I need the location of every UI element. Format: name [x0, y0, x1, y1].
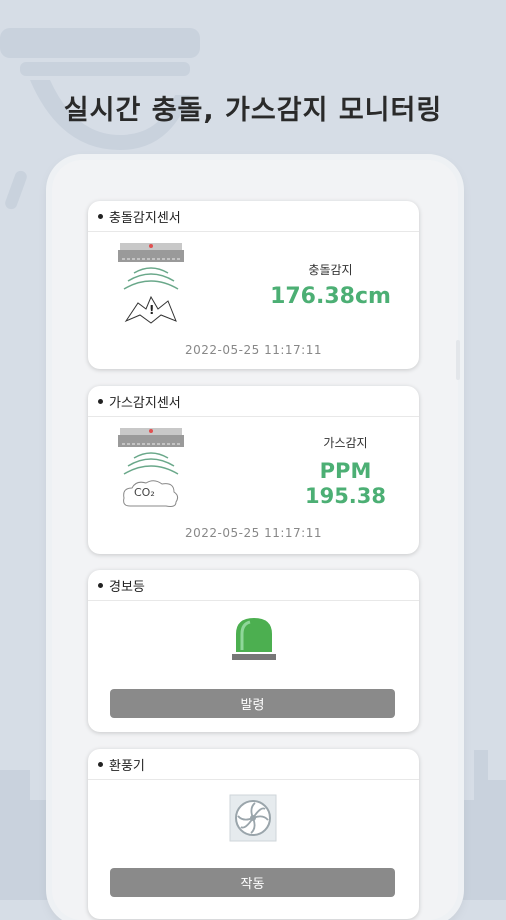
collision-sensor-card: 충돌감지센서 ! 충돌감지 176.38cm 2022-05-25 11:17:… [88, 201, 419, 369]
gas-sensor-card: 가스감지센서 CO₂ 가스감지 PPM 195.38 2022-05-25 11… [88, 386, 419, 554]
bullet-icon [98, 761, 103, 767]
collision-metric: 충돌감지 176.38cm [263, 261, 398, 309]
card-title: 충돌감지센서 [109, 210, 181, 226]
phone-side-button [456, 340, 460, 380]
card-title: 가스감지센서 [109, 395, 181, 411]
timestamp: 2022-05-25 11:17:11 [185, 343, 322, 357]
card-title: 경보등 [109, 579, 145, 595]
fan-icon [229, 794, 277, 842]
card-header: 경보등 [88, 570, 419, 601]
metric-label: 가스감지 [323, 436, 368, 450]
fan-operate-button[interactable]: 작동 [110, 868, 395, 897]
warning-light-icon [232, 618, 276, 660]
fan-card: 환풍기 작동 [88, 749, 419, 919]
metric-label: 충돌감지 [308, 263, 353, 277]
metric-unit: PPM [319, 459, 372, 483]
collision-sensor-icon: ! [118, 243, 184, 324]
card-header: 충돌감지센서 [88, 201, 419, 232]
metric-value: 195.38 [304, 484, 387, 508]
card-header: 가스감지센서 [88, 386, 419, 417]
alarm-issue-button[interactable]: 발령 [110, 689, 395, 718]
gas-metric: 가스감지 PPM 195.38 [283, 434, 408, 509]
page-headline: 실시간 충돌, 가스감지 모니터링 [63, 95, 443, 126]
warning-light-card: 경보등 발령 [88, 570, 419, 732]
card-title: 환풍기 [109, 758, 145, 774]
bullet-icon [98, 213, 103, 219]
svg-text:!: ! [149, 303, 154, 317]
bullet-icon [98, 398, 103, 404]
gas-label: CO₂ [134, 486, 155, 499]
bullet-icon [98, 582, 103, 588]
metric-value: 176.38cm [270, 284, 391, 309]
card-header: 환풍기 [88, 749, 419, 780]
timestamp: 2022-05-25 11:17:11 [185, 526, 322, 540]
